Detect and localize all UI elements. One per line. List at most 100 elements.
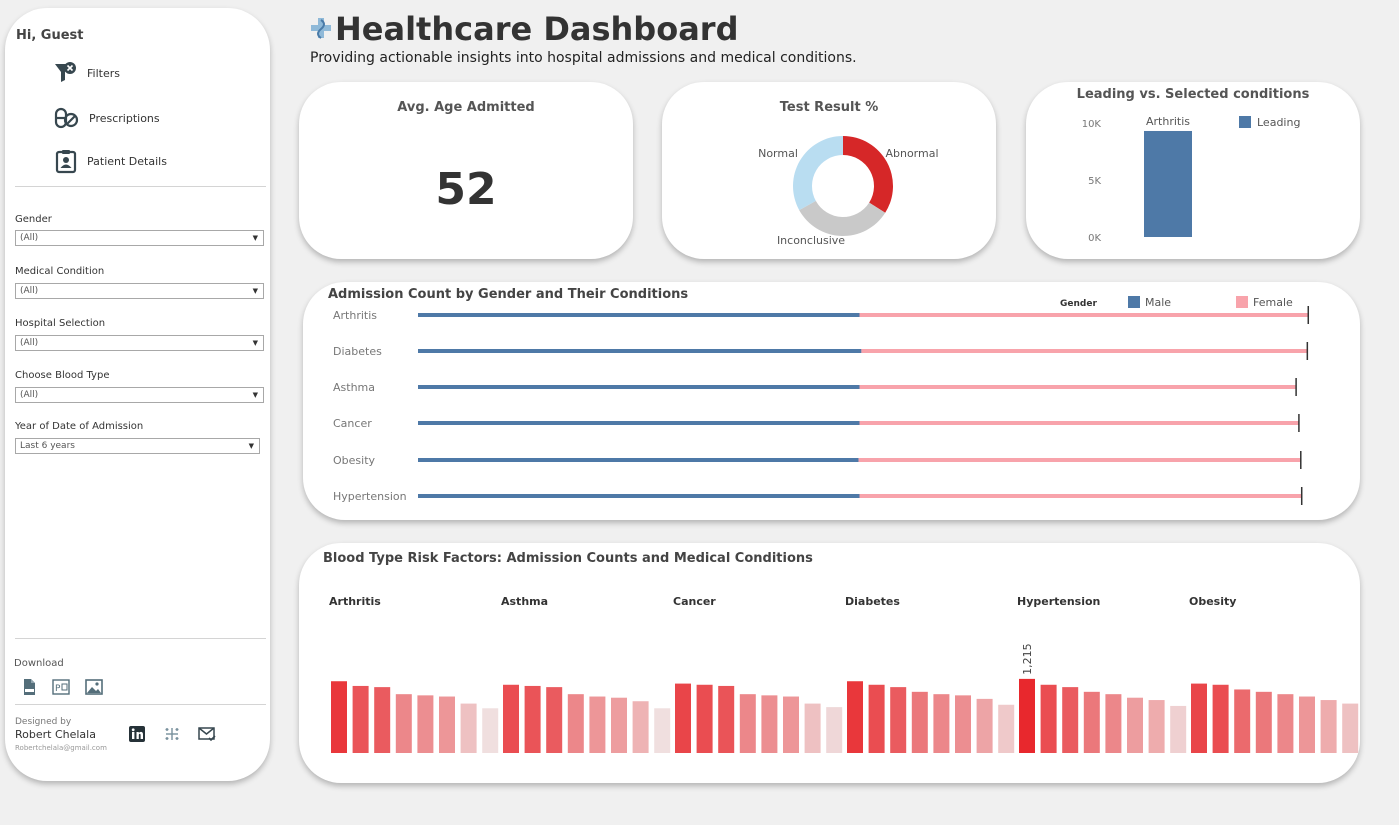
blood-type-bar	[761, 695, 778, 753]
total-reference-tick	[1306, 342, 1309, 360]
tableau-icon[interactable]	[163, 725, 181, 743]
gender-filter-select[interactable]: (All) ▼	[15, 230, 264, 246]
group-label: Arthritis	[329, 595, 381, 608]
donut-label-abnormal: Abnormal	[885, 147, 938, 160]
medical-condition-filter-value: (All)	[20, 286, 39, 296]
blood-type-bar	[439, 696, 455, 753]
blood-type-bar	[1234, 689, 1251, 753]
nav-prescriptions-label: Prescriptions	[89, 111, 160, 125]
hospital-filter-select[interactable]: (All) ▼	[15, 335, 264, 351]
blood-type-bar	[826, 707, 843, 753]
test-result-donut: Abnormal Inconclusive Normal	[758, 136, 939, 247]
blood-type-bar	[331, 681, 347, 753]
blood-type-bar	[868, 684, 885, 753]
total-reference-tick	[1295, 378, 1297, 396]
divider	[15, 638, 266, 639]
chevron-down-icon: ▼	[252, 234, 258, 242]
nav-prescriptions[interactable]: Prescriptions	[53, 105, 160, 131]
male-bar	[418, 421, 860, 425]
designer-email: Robertchelala@gmail.com	[15, 744, 107, 752]
blood-type-bar	[632, 701, 649, 753]
sidebar: Hi, Guest Filters Prescriptions Patient …	[5, 8, 270, 781]
page-subtitle: Providing actionable insights into hospi…	[310, 50, 857, 66]
male-bar	[418, 349, 862, 353]
condition-label: Obesity	[333, 454, 376, 467]
blood-type-bar	[1040, 684, 1057, 753]
year-filter-select[interactable]: Last 6 years ▼	[15, 438, 260, 454]
blood-type-bar	[1255, 691, 1272, 753]
blood-type-bar	[374, 687, 391, 753]
female-bar	[858, 458, 1302, 462]
blood-type-bar	[847, 681, 863, 753]
blood-type-bar	[890, 687, 907, 753]
legend-label-male: Male	[1145, 296, 1171, 309]
legend-swatch-leading	[1239, 116, 1251, 128]
year-filter-value: Last 6 years	[20, 441, 75, 451]
blood-type-bar	[589, 696, 606, 753]
nav-patient-details-label: Patient Details	[87, 154, 167, 168]
leading-conditions-card: Leading vs. Selected conditions 0K 5K 10K A…	[1026, 82, 1360, 259]
leading-bar	[1144, 130, 1192, 237]
nav-filters[interactable]: Filters	[53, 60, 120, 86]
legend-swatch-female	[1236, 296, 1248, 308]
blood-type-bar	[1277, 694, 1294, 753]
leading-bar-chart: 0K 5K 10K Arthritis Leading	[1082, 115, 1301, 244]
medical-condition-filter-select[interactable]: (All) ▼	[15, 283, 264, 299]
blood-type-card: Blood Type Risk Factors: Admission Count…	[299, 543, 1360, 783]
download-label: Download	[14, 658, 64, 669]
donut-label-inconclusive: Inconclusive	[777, 234, 845, 247]
medical-condition-filter-label: Medical Condition	[15, 266, 105, 277]
nav-patient-details[interactable]: Patient Details	[53, 148, 167, 174]
blood-type-bar	[1083, 691, 1100, 753]
mail-icon[interactable]	[198, 725, 216, 743]
greeting: Hi, Guest	[16, 28, 84, 43]
powerpoint-icon[interactable]: P	[52, 678, 70, 696]
condition-label: Hypertension	[333, 490, 407, 503]
male-bar	[418, 494, 860, 498]
blood-type-bar	[482, 708, 499, 753]
blood-type-bar	[417, 695, 434, 753]
medical-logo-icon	[311, 18, 331, 39]
total-reference-tick	[1300, 451, 1302, 469]
female-bar	[859, 385, 1297, 389]
blood-type-bar	[955, 695, 971, 753]
chevron-down-icon: ▼	[252, 391, 258, 399]
female-bar	[859, 313, 1309, 317]
blood-type-bar	[1191, 683, 1207, 753]
gender-condition-card: Admission Count by Gender and Their Cond…	[303, 282, 1360, 520]
blood-type-filter-label: Choose Blood Type	[15, 370, 110, 381]
donut-slice-normal	[793, 136, 843, 211]
total-reference-tick	[1298, 414, 1300, 432]
male-bar	[418, 458, 859, 462]
blood-type-bar	[1212, 684, 1229, 753]
image-icon[interactable]	[85, 678, 103, 696]
legend-swatch-male	[1128, 296, 1140, 308]
blood-type-bar	[783, 696, 799, 753]
donut-slice-inconclusive	[799, 200, 886, 236]
group-label: Diabetes	[845, 595, 900, 608]
total-reference-tick	[1300, 487, 1303, 505]
blood-type-bar	[1170, 705, 1187, 753]
blood-type-bar	[503, 684, 519, 753]
avg-age-title: Avg. Age Admitted	[397, 100, 535, 115]
y-tick-label: 0K	[1088, 233, 1101, 244]
linkedin-icon[interactable]	[128, 725, 146, 743]
designer-name: Robert Chelala	[15, 728, 96, 741]
chevron-down-icon: ▼	[252, 339, 258, 347]
blood-type-bar	[718, 685, 735, 753]
designed-by-label: Designed by	[15, 717, 72, 727]
chevron-down-icon: ▼	[252, 287, 258, 295]
blood-type-filter-select[interactable]: (All) ▼	[15, 387, 264, 403]
blood-type-bar	[1342, 703, 1359, 753]
gender-stacked-bar-chart: Gender Male Female Arthritis Diabetes Asthma C…	[333, 296, 1310, 505]
pdf-icon[interactable]	[20, 678, 38, 696]
blood-type-bar	[1320, 700, 1337, 753]
female-bar	[859, 494, 1302, 498]
avg-age-card: Avg. Age Admitted 52	[299, 82, 633, 259]
condition-label: Asthma	[333, 381, 375, 394]
hospital-filter-label: Hospital Selection	[15, 318, 106, 329]
filter-clear-icon	[55, 62, 76, 82]
pills-icon	[54, 107, 79, 129]
bar-data-label: 1,215	[1021, 643, 1034, 675]
condition-label: Diabetes	[333, 345, 382, 358]
